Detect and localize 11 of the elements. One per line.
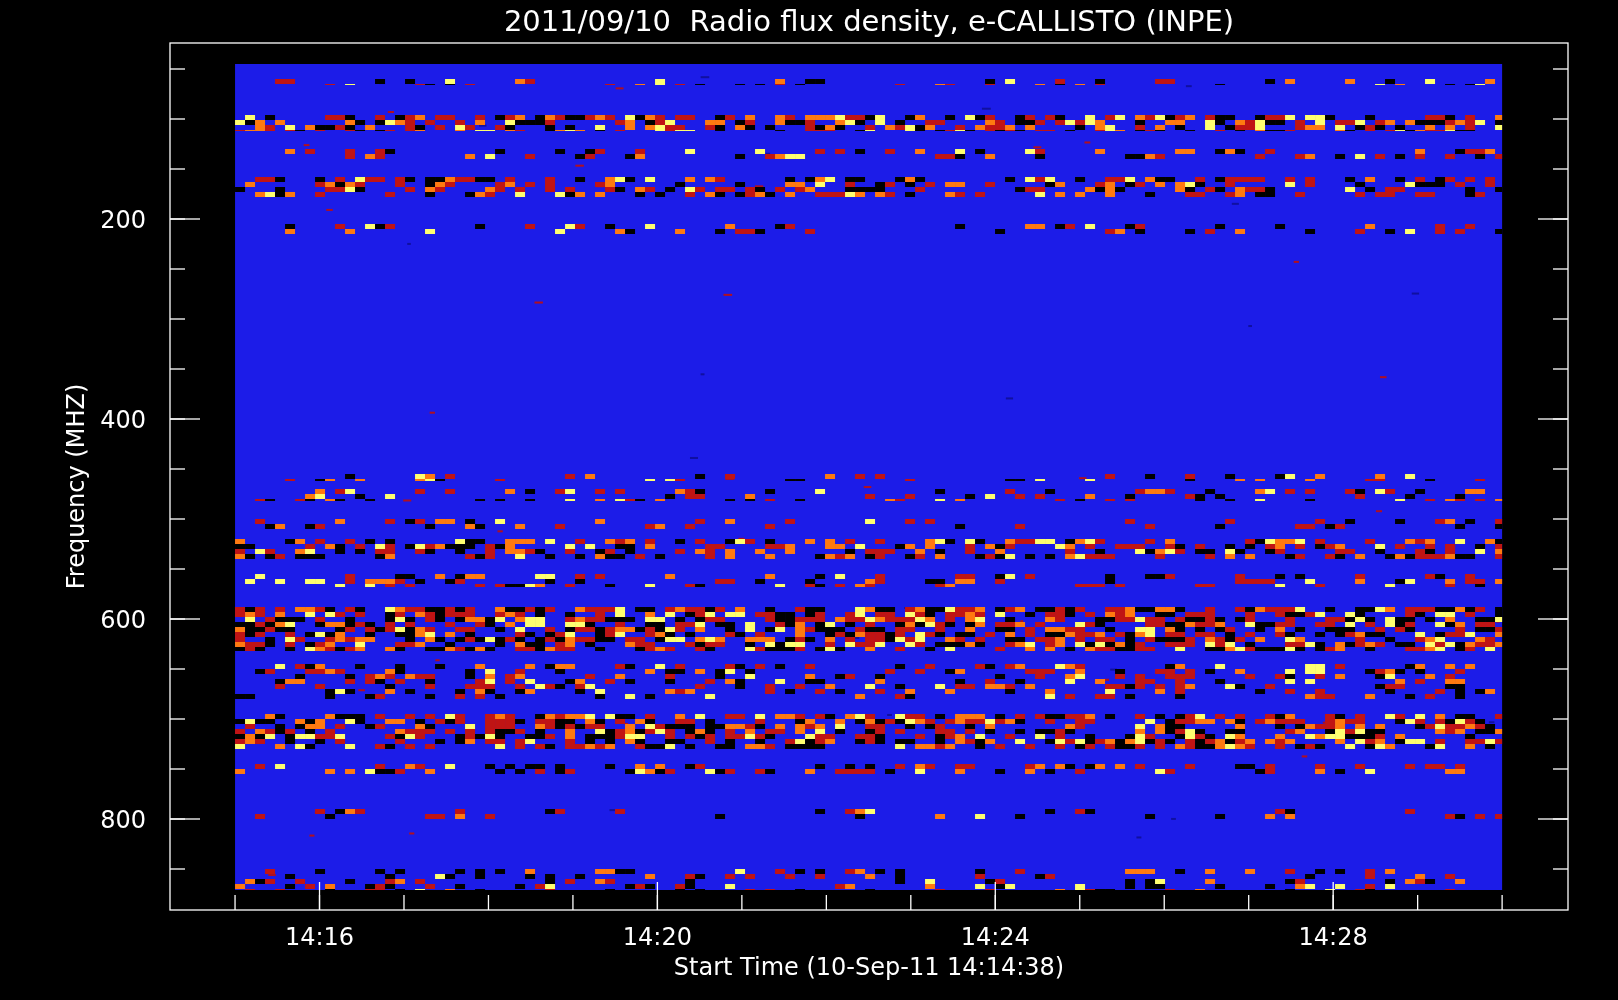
- x-axis-label: Start Time (10-Sep-11 14:14:38): [673, 953, 1065, 981]
- y-tick-label: 400: [100, 406, 146, 434]
- y-tick-label: 200: [100, 206, 146, 234]
- x-tick-label: 14:20: [622, 923, 692, 951]
- x-tick-label: 14:16: [284, 923, 355, 951]
- y-tick-label: 800: [100, 806, 146, 834]
- y-axis-label: Frequency (MHZ): [62, 383, 90, 590]
- y-tick-label: 600: [100, 606, 146, 634]
- x-tick-label: 14:24: [960, 923, 1030, 951]
- chart-title: 2011/09/10 Radio flux density, e-CALLISTO (INPE): [503, 4, 1235, 38]
- x-tick-label: 14:28: [1298, 923, 1368, 951]
